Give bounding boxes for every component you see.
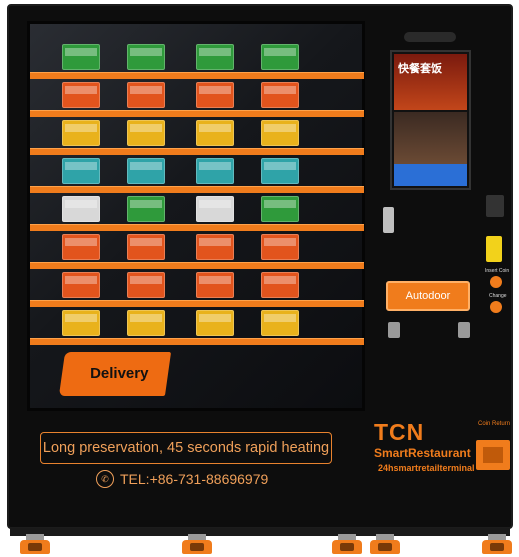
food-box	[62, 120, 100, 146]
food-box	[196, 44, 234, 70]
food-box	[127, 272, 165, 298]
food-box	[62, 234, 100, 260]
food-box	[261, 44, 299, 70]
phone-contact: ✆ TEL:+86-731-88696979	[96, 470, 268, 488]
food-box	[261, 120, 299, 146]
food-box	[62, 82, 100, 108]
screen-nav-bar[interactable]	[394, 164, 467, 186]
food-box	[261, 196, 299, 222]
delivery-label: Delivery	[90, 365, 149, 382]
leveling-foot	[480, 534, 514, 556]
leveling-foot	[180, 534, 214, 556]
food-box	[62, 196, 100, 222]
machine-base	[10, 528, 510, 536]
shelf-rail	[30, 300, 364, 307]
bill-acceptor[interactable]	[486, 195, 504, 217]
food-box	[261, 272, 299, 298]
food-box	[261, 158, 299, 184]
brand-logo: TCN	[374, 419, 425, 445]
coin-return-label: Coin Return	[478, 421, 511, 427]
phone-icon: ✆	[96, 470, 114, 488]
food-box	[127, 310, 165, 336]
door-lock-icon[interactable]	[383, 207, 394, 233]
autodoor-label: Autodoor	[405, 290, 451, 302]
food-box	[261, 82, 299, 108]
shelf-rail	[30, 262, 364, 269]
heating-banner: Long preservation, 45 seconds rapid heat…	[40, 432, 332, 464]
delivery-pickup-tray[interactable]: Delivery	[58, 352, 172, 396]
food-box	[196, 234, 234, 260]
shelf-rail	[30, 338, 364, 345]
shelf-rail	[30, 148, 364, 155]
change-label: Change	[489, 293, 507, 299]
leveling-foot	[330, 534, 364, 556]
banner-text: Long preservation, 45 seconds rapid heat…	[42, 440, 330, 456]
shelf-rail	[30, 186, 364, 193]
autodoor-button[interactable]: Autodoor	[386, 281, 470, 311]
card-reader[interactable]	[486, 236, 502, 262]
right-dispenser-icon	[458, 322, 470, 338]
food-box	[261, 234, 299, 260]
screen-menu	[394, 112, 467, 164]
shelf-rail	[30, 110, 364, 117]
left-dispenser-icon	[388, 322, 400, 338]
food-box	[62, 272, 100, 298]
phone-text: TEL:+86-731-88696979	[120, 471, 269, 487]
insert-coin-label: Insert Coin	[485, 268, 510, 274]
shelf-rail	[30, 72, 364, 79]
food-box	[127, 82, 165, 108]
food-box	[196, 82, 234, 108]
food-box	[196, 310, 234, 336]
insert-coin-button[interactable]	[490, 276, 502, 288]
food-box	[127, 234, 165, 260]
food-box	[62, 44, 100, 70]
food-box	[62, 310, 100, 336]
food-box	[196, 158, 234, 184]
food-box	[62, 158, 100, 184]
food-box	[196, 120, 234, 146]
coin-return-slot[interactable]	[476, 440, 510, 470]
food-box	[127, 158, 165, 184]
food-box	[127, 120, 165, 146]
food-box	[127, 196, 165, 222]
food-box	[196, 196, 234, 222]
food-box	[261, 310, 299, 336]
screen-title: 快餐套饭	[398, 62, 442, 75]
shelf-rail	[30, 224, 364, 231]
food-box	[127, 44, 165, 70]
brand-tagline: 24hsmartretailterminal	[378, 463, 475, 473]
food-box	[196, 272, 234, 298]
touch-screen[interactable]: 快餐套饭	[390, 50, 471, 190]
change-button[interactable]	[490, 301, 502, 313]
camera-icon	[404, 32, 456, 42]
leveling-foot	[368, 534, 402, 556]
brand-subtitle: SmartRestaurant	[374, 446, 471, 460]
leveling-foot	[18, 534, 52, 556]
